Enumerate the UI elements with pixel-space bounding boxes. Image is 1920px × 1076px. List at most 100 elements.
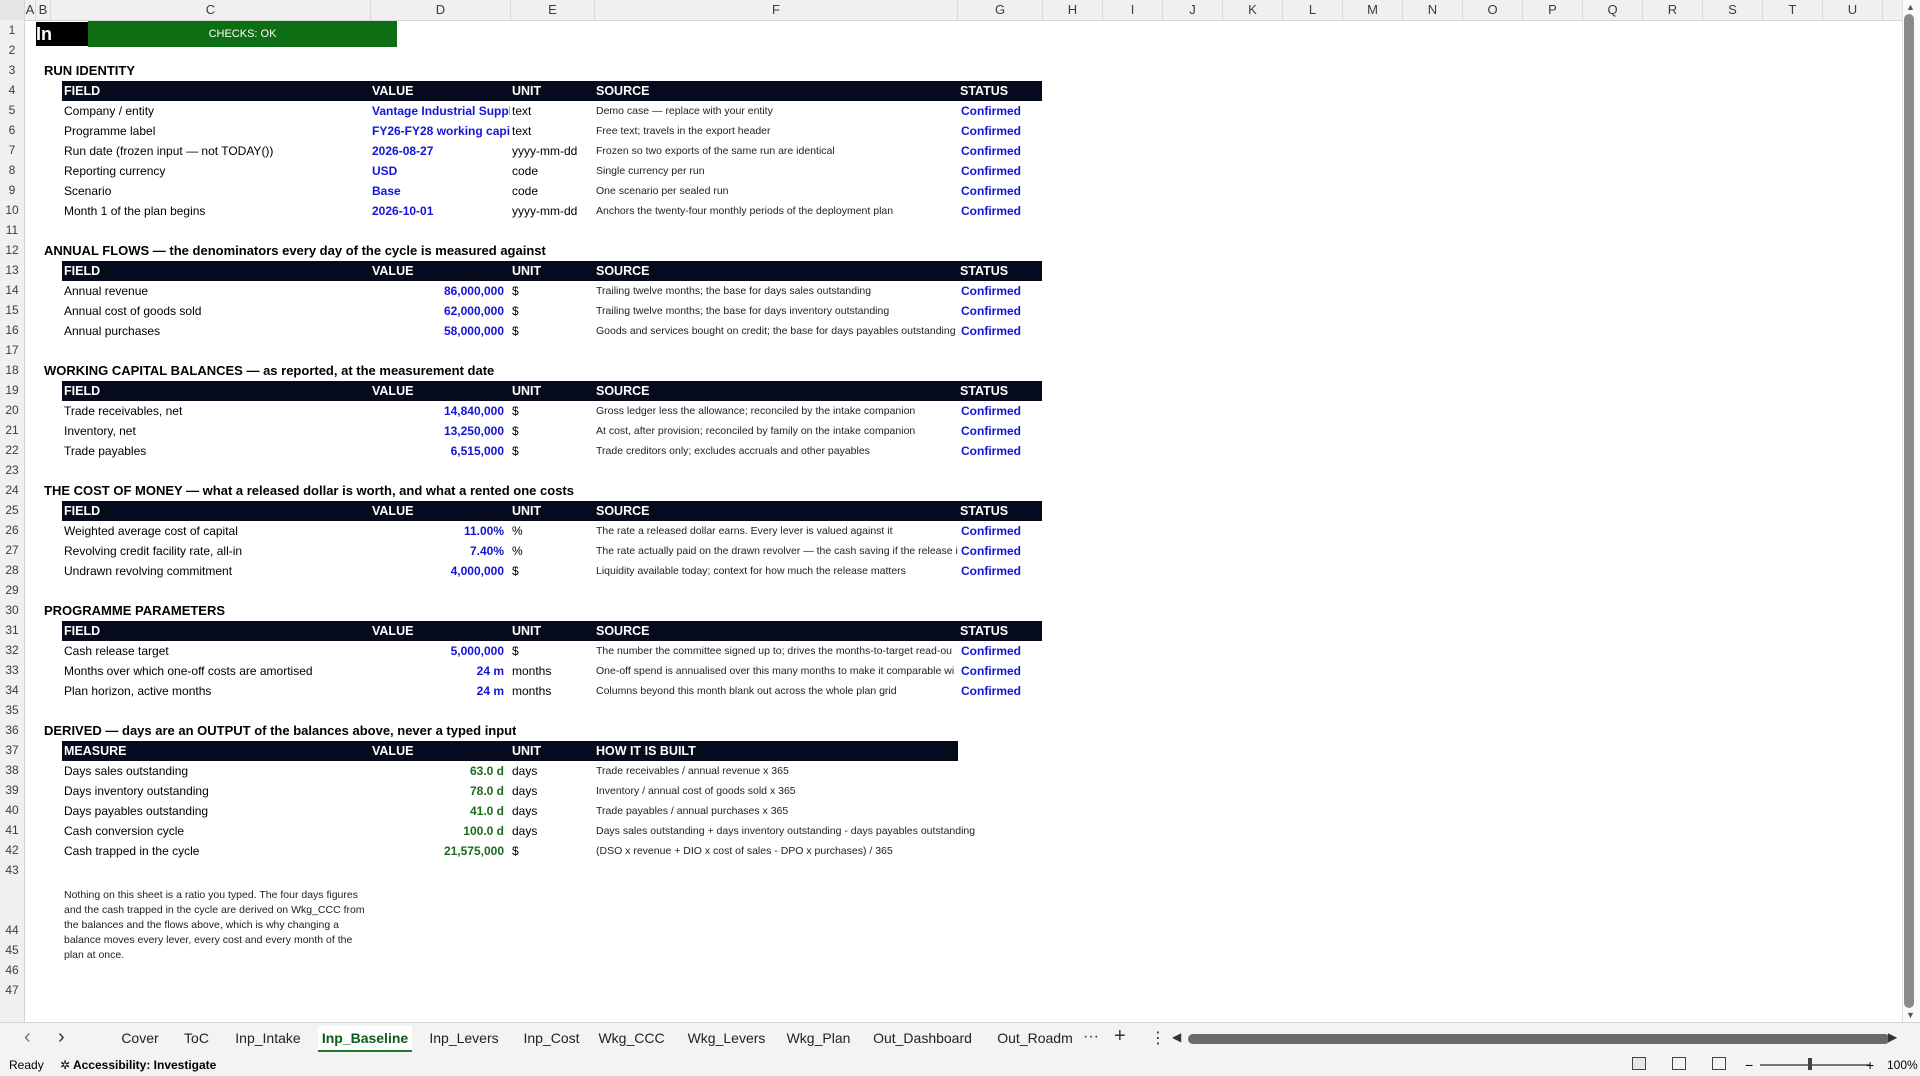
add-sheet-button[interactable]: + bbox=[1114, 1025, 1126, 1048]
zoom-slider-handle[interactable] bbox=[1808, 1058, 1812, 1070]
value-cell[interactable]: Vantage Industrial Suppl bbox=[372, 101, 510, 121]
zoom-out-button[interactable]: − bbox=[1745, 1054, 1753, 1076]
tab-wkg-ccc[interactable]: Wkg_CCC bbox=[595, 1026, 668, 1050]
zoom-in-button[interactable]: + bbox=[1866, 1054, 1874, 1076]
unit-cell[interactable]: days bbox=[512, 801, 592, 821]
field-label[interactable]: Cash trapped in the cycle bbox=[64, 841, 364, 861]
value-cell[interactable]: Base bbox=[372, 181, 510, 201]
column-header-t[interactable]: T bbox=[1763, 0, 1823, 20]
field-label[interactable]: Trade payables bbox=[64, 441, 364, 461]
value-cell[interactable]: 4,000,000 bbox=[372, 561, 504, 581]
column-header-n[interactable]: N bbox=[1403, 0, 1463, 20]
field-label[interactable]: Company / entity bbox=[64, 101, 364, 121]
tab-scroll-right-icon[interactable]: › bbox=[58, 1026, 65, 1048]
status-cell[interactable]: Confirmed bbox=[961, 681, 1041, 701]
row-header-42[interactable]: 42 bbox=[0, 840, 24, 860]
unit-cell[interactable]: % bbox=[512, 521, 592, 541]
section-title-annual-flows[interactable]: ANNUAL FLOWS — the denominators every da… bbox=[44, 241, 546, 261]
value-cell[interactable]: FY26-FY28 working capit bbox=[372, 121, 510, 141]
status-cell[interactable]: Confirmed bbox=[961, 201, 1041, 221]
scroll-up-icon[interactable]: ▲ bbox=[1906, 2, 1915, 12]
source-cell[interactable]: Trailing twelve months; the base for day… bbox=[596, 281, 958, 301]
row-header-43[interactable]: 43 bbox=[0, 860, 24, 880]
unit-cell[interactable]: days bbox=[512, 761, 592, 781]
unit-cell[interactable]: $ bbox=[512, 441, 592, 461]
status-cell[interactable]: Confirmed bbox=[961, 181, 1041, 201]
column-header-p[interactable]: P bbox=[1523, 0, 1583, 20]
row-header-28[interactable]: 28 bbox=[0, 560, 24, 580]
tab-menu-icon[interactable]: ⋮ bbox=[1150, 1028, 1166, 1048]
more-tabs-icon[interactable]: ··· bbox=[1083, 1028, 1099, 1046]
column-header-b[interactable]: B bbox=[36, 0, 51, 20]
column-header-j[interactable]: J bbox=[1163, 0, 1223, 20]
row-header-37[interactable]: 37 bbox=[0, 740, 24, 760]
column-header-d[interactable]: D bbox=[371, 0, 511, 20]
tab-inp-baseline[interactable]: Inp_Baseline bbox=[318, 1026, 412, 1052]
source-cell[interactable]: Liquidity available today; context for h… bbox=[596, 561, 958, 581]
field-label[interactable]: Annual revenue bbox=[64, 281, 364, 301]
unit-cell[interactable]: $ bbox=[512, 321, 592, 341]
row-header-45[interactable]: 45 bbox=[0, 940, 24, 960]
unit-cell[interactable]: yyyy-mm-dd bbox=[512, 201, 592, 221]
value-cell[interactable]: 62,000,000 bbox=[372, 301, 504, 321]
unit-cell[interactable]: days bbox=[512, 781, 592, 801]
tab-toc[interactable]: ToC bbox=[175, 1026, 218, 1050]
row-header-12[interactable]: 12 bbox=[0, 240, 24, 260]
status-cell[interactable]: Confirmed bbox=[961, 641, 1041, 661]
column-header-f[interactable]: F bbox=[595, 0, 958, 20]
row-header-40[interactable]: 40 bbox=[0, 800, 24, 820]
value-cell[interactable]: 100.0 d bbox=[372, 821, 504, 841]
field-label[interactable]: Weighted average cost of capital bbox=[64, 521, 364, 541]
row-header-26[interactable]: 26 bbox=[0, 520, 24, 540]
field-label[interactable]: Annual cost of goods sold bbox=[64, 301, 364, 321]
section-title-derived[interactable]: DERIVED — days are an OUTPUT of the bala… bbox=[44, 721, 516, 741]
row-header-47[interactable]: 47 bbox=[0, 980, 24, 1000]
source-cell[interactable]: At cost, after provision; reconciled by … bbox=[596, 421, 958, 441]
value-cell[interactable]: 78.0 d bbox=[372, 781, 504, 801]
unit-cell[interactable]: months bbox=[512, 681, 592, 701]
source-cell[interactable]: (DSO x revenue + DIO x cost of sales - D… bbox=[596, 841, 1016, 861]
field-label[interactable]: Trade receivables, net bbox=[64, 401, 364, 421]
source-cell[interactable]: Demo case — replace with your entity bbox=[596, 101, 958, 121]
row-header-7[interactable]: 7 bbox=[0, 140, 24, 160]
source-cell[interactable]: Gross ledger less the allowance; reconci… bbox=[596, 401, 958, 421]
unit-cell[interactable]: $ bbox=[512, 421, 592, 441]
value-cell[interactable]: 2026-10-01 bbox=[372, 201, 510, 221]
unit-cell[interactable]: $ bbox=[512, 561, 592, 581]
status-cell[interactable]: Confirmed bbox=[961, 161, 1041, 181]
value-cell[interactable]: 24 m bbox=[372, 661, 504, 681]
column-header-c[interactable]: C bbox=[51, 0, 371, 20]
value-cell[interactable]: 2026-08-27 bbox=[372, 141, 510, 161]
source-cell[interactable]: Trailing twelve months; the base for day… bbox=[596, 301, 958, 321]
unit-cell[interactable]: $ bbox=[512, 401, 592, 421]
column-header-g[interactable]: G bbox=[958, 0, 1043, 20]
row-header-36[interactable]: 36 bbox=[0, 720, 24, 740]
row-header-9[interactable]: 9 bbox=[0, 180, 24, 200]
field-label[interactable]: Days sales outstanding bbox=[64, 761, 364, 781]
status-cell[interactable]: Confirmed bbox=[961, 441, 1041, 461]
row-header-25[interactable]: 25 bbox=[0, 500, 24, 520]
column-header-k[interactable]: K bbox=[1223, 0, 1283, 20]
value-cell[interactable]: 41.0 d bbox=[372, 801, 504, 821]
tab-out-roadm[interactable]: Out_Roadm bbox=[990, 1026, 1080, 1050]
section-title-programme-params[interactable]: PROGRAMME PARAMETERS bbox=[44, 601, 225, 621]
value-cell[interactable]: 6,515,000 bbox=[372, 441, 504, 461]
row-header-16[interactable]: 16 bbox=[0, 320, 24, 340]
source-cell[interactable]: The number the committee signed up to; d… bbox=[596, 641, 958, 661]
field-label[interactable]: Annual purchases bbox=[64, 321, 364, 341]
unit-cell[interactable]: text bbox=[512, 101, 592, 121]
status-cell[interactable]: Confirmed bbox=[961, 281, 1041, 301]
sheet-title-cell[interactable]: In bbox=[36, 22, 88, 46]
row-header-31[interactable]: 31 bbox=[0, 620, 24, 640]
source-cell[interactable]: Columns beyond this month blank out acro… bbox=[596, 681, 958, 701]
section-title-run-identity[interactable]: RUN IDENTITY bbox=[44, 61, 135, 81]
row-header-41[interactable]: 41 bbox=[0, 820, 24, 840]
row-header-13[interactable]: 13 bbox=[0, 260, 24, 280]
row-header-21[interactable]: 21 bbox=[0, 420, 24, 440]
page-break-view-icon[interactable] bbox=[1712, 1057, 1726, 1070]
row-header-3[interactable]: 3 bbox=[0, 60, 24, 80]
checks-status-cell[interactable]: CHECKS: OK bbox=[88, 21, 397, 47]
value-cell[interactable]: 13,250,000 bbox=[372, 421, 504, 441]
unit-cell[interactable]: days bbox=[512, 821, 592, 841]
column-header-i[interactable]: I bbox=[1103, 0, 1163, 20]
